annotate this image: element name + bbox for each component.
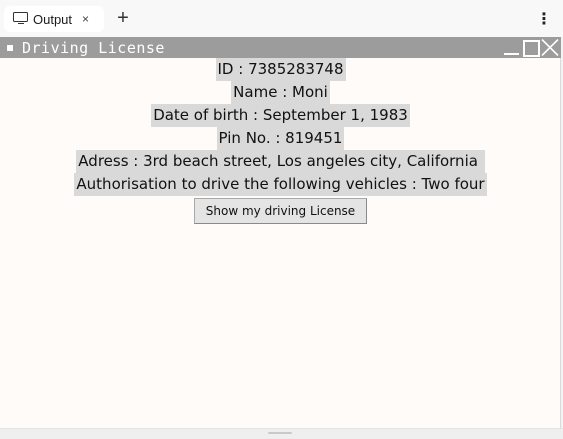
window-controls bbox=[502, 39, 559, 57]
tab-label: Output bbox=[33, 11, 73, 27]
close-icon[interactable]: × bbox=[82, 12, 89, 26]
license-content: ID : 7385283748 Name : Moni Date of birt… bbox=[0, 58, 561, 428]
app-frame: Output × + ⋮ Driving License ID : 738528… bbox=[0, 0, 563, 439]
id-label: ID : 7385283748 bbox=[215, 58, 346, 81]
name-label: Name : Moni bbox=[231, 81, 330, 104]
resize-grip[interactable] bbox=[268, 432, 292, 434]
show-license-button[interactable]: Show my driving License bbox=[193, 198, 368, 224]
maximize-icon[interactable] bbox=[521, 39, 540, 57]
close-window-icon[interactable] bbox=[540, 39, 559, 56]
minimize-icon[interactable] bbox=[502, 39, 521, 56]
address-label: Adress : 3rd beach street, Los angeles c… bbox=[76, 150, 485, 173]
window-menu-icon[interactable] bbox=[7, 44, 13, 51]
pin-label: Pin No. : 819451 bbox=[216, 127, 345, 150]
monitor-icon bbox=[13, 12, 29, 26]
window-titlebar[interactable]: Driving License bbox=[0, 37, 561, 58]
driving-license-window: Driving License ID : 7385283748 Name : M… bbox=[0, 37, 561, 428]
add-tab-button[interactable]: + bbox=[114, 7, 132, 29]
window-title: Driving License bbox=[22, 38, 165, 57]
dob-label: Date of birth : September 1, 1983 bbox=[151, 104, 410, 127]
authorisation-label: Authorisation to drive the following veh… bbox=[74, 173, 487, 196]
more-options-icon[interactable]: ⋮ bbox=[536, 9, 552, 29]
tab-output[interactable]: Output × bbox=[4, 6, 104, 32]
tab-strip: Output × + ⋮ bbox=[0, 0, 563, 37]
panel-resize-bar[interactable] bbox=[0, 428, 563, 439]
